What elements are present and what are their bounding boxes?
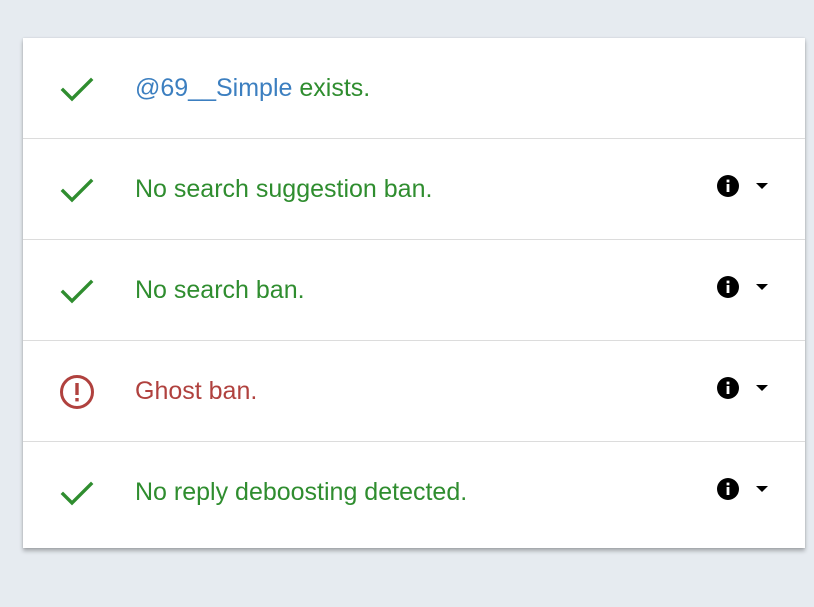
result-label: exists. (292, 74, 371, 102)
chevron-down-icon[interactable] (756, 283, 768, 291)
alert-circle-icon (59, 374, 95, 410)
check-icon (59, 475, 95, 511)
result-text: @69__Simple exists. (135, 38, 370, 138)
check-icon (59, 71, 95, 107)
chevron-down-icon[interactable] (756, 182, 768, 190)
chevron-down-icon[interactable] (756, 485, 768, 493)
info-icon[interactable] (716, 275, 740, 299)
result-label: No search ban. (135, 276, 305, 304)
result-row-search-suggestion-ban: No search suggestion ban. (23, 139, 805, 240)
info-icon[interactable] (716, 477, 740, 501)
chevron-down-icon[interactable] (756, 384, 768, 392)
result-row-reply-deboosting: No reply deboosting detected. (23, 442, 805, 543)
username-link[interactable]: @69__Simple (135, 74, 292, 102)
info-icon[interactable] (716, 376, 740, 400)
result-row-ghost-ban: Ghost ban. (23, 341, 805, 442)
check-icon (59, 172, 95, 208)
result-label: No search suggestion ban. (135, 175, 433, 203)
results-card: @69__Simple exists. No search suggestion… (23, 38, 805, 548)
info-icon[interactable] (716, 174, 740, 198)
check-icon (59, 273, 95, 309)
result-row-search-ban: No search ban. (23, 240, 805, 341)
result-label: No reply deboosting detected. (135, 478, 468, 506)
result-row-account-exists: @69__Simple exists. (23, 38, 805, 139)
result-label: Ghost ban. (135, 377, 258, 405)
